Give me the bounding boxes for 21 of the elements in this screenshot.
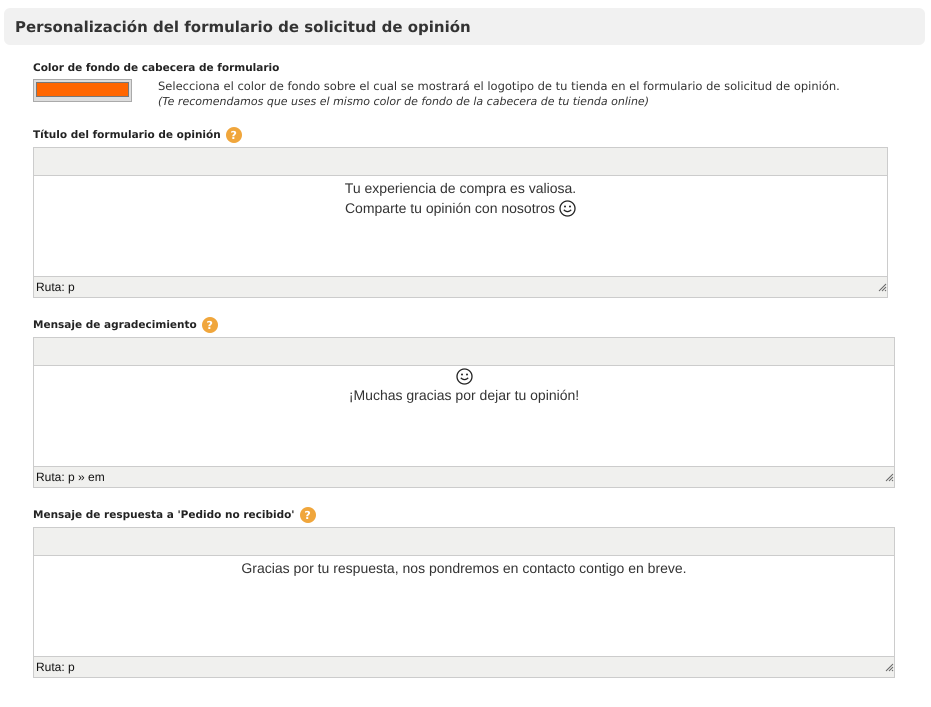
- element-path: Ruta: p: [36, 660, 75, 674]
- note-text: (Te recomendamos que uses el mismo color de fondo de la cabecera de tu tienda online): [158, 95, 650, 108]
- rich-text-editor[interactable]: Gracias por tu respuesta, nos pondremos en contacto contigo en breve. Ruta: p: [33, 527, 895, 678]
- field-label: Mensaje de agradecimiento: [33, 319, 197, 331]
- rich-text-editor[interactable]: ¡Muchas gracias por dejar tu opinión! Ruta: p » em: [33, 337, 895, 488]
- field-label: Color de fondo de cabecera de formulario: [33, 62, 280, 74]
- editor-text: Tu experiencia de compra es valiosa.: [344, 179, 576, 198]
- element-path: Ruta: p: [36, 280, 75, 294]
- color-picker[interactable]: [33, 79, 132, 102]
- editor-text: ¡Muchas gracias por dejar tu opinión!: [348, 386, 580, 405]
- resize-handle-icon[interactable]: [884, 662, 894, 672]
- resize-handle-icon[interactable]: [877, 282, 887, 292]
- description-text: Selecciona el color de fondo sobre el cual se mostrará el logotipo de tu tienda en el formulario de solicitud de opinión.: [158, 79, 840, 93]
- editor-text: Gracias por tu respuesta, nos pondremos en contacto contigo en breve.: [241, 559, 687, 578]
- field-label: Mensaje de respuesta a 'Pedido no recibido': [33, 509, 295, 521]
- section-title: Personalización del formulario de solicitud de opinión: [15, 18, 471, 36]
- rich-text-editor[interactable]: Tu experiencia de compra es valiosa. Comparte tu opinión con nosotros Ruta: p: [33, 147, 888, 298]
- editor-text: Comparte tu opinión con nosotros: [344, 199, 556, 218]
- element-path: Ruta: p » em: [36, 470, 105, 484]
- field-label: Título del formulario de opinión: [33, 129, 221, 141]
- resize-handle-icon[interactable]: [884, 472, 894, 482]
